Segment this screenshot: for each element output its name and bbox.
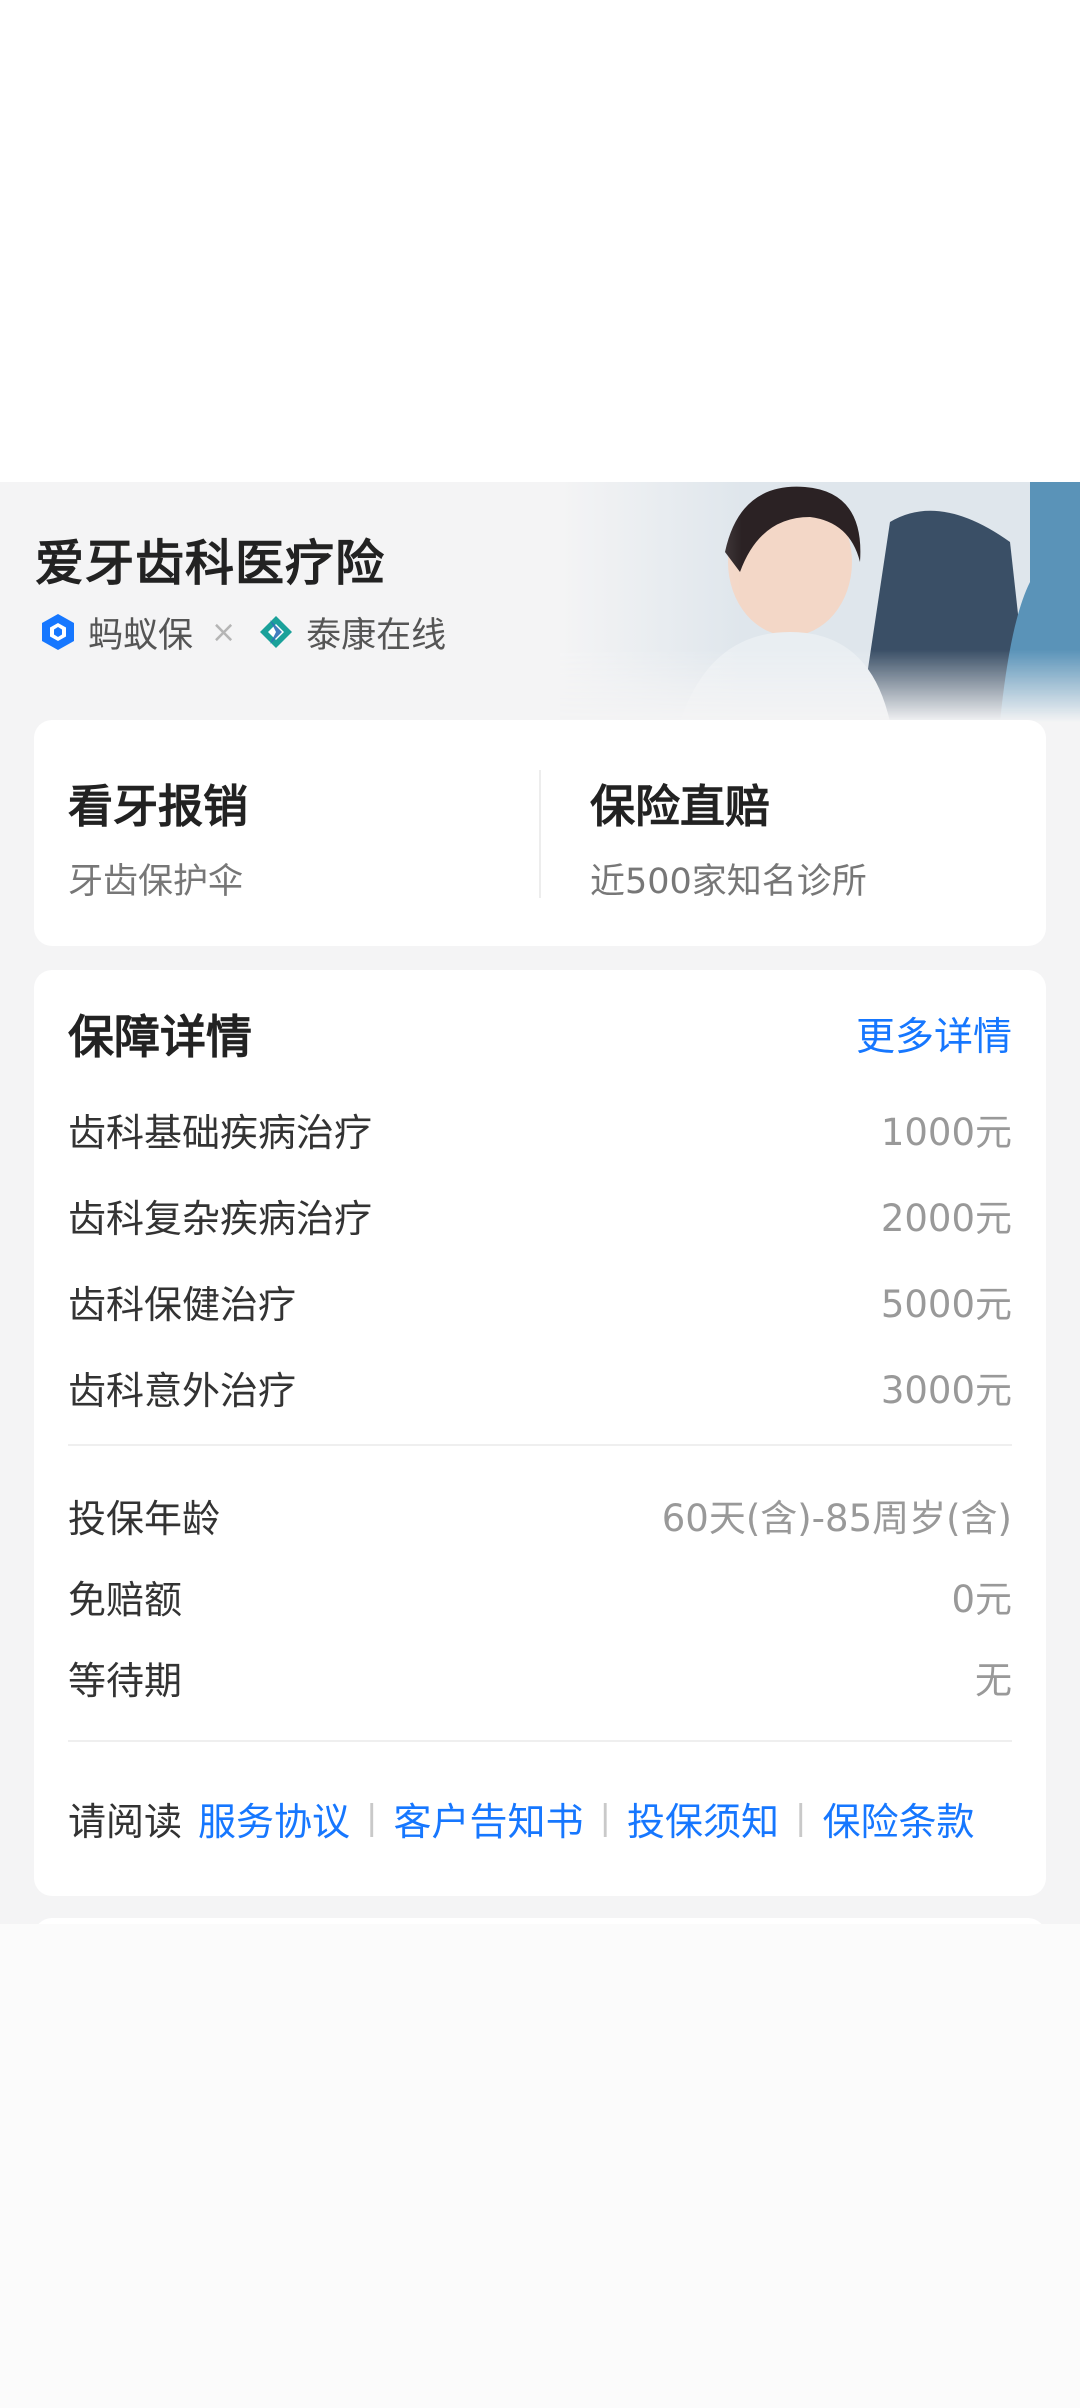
insurance-notice-link[interactable]: 投保须知 xyxy=(627,1791,779,1846)
link-separator: | xyxy=(599,1798,611,1838)
coverage-label: 齿科复杂疾病治疗 xyxy=(68,1196,373,1241)
product-hero: 爱牙齿科医疗险 蚂蚁保 × 泰康在线 xyxy=(0,482,1080,722)
term-row-insured-age: 投保年龄 60天(含)-85周岁(含) xyxy=(68,1485,1012,1545)
coverage-label: 齿科意外治疗 xyxy=(68,1368,297,1413)
term-label: 等待期 xyxy=(68,1658,183,1703)
coverage-row-health-care: 齿科保健治疗 5000元 xyxy=(68,1271,1012,1331)
coverage-label: 齿科保健治疗 xyxy=(68,1282,297,1327)
coverage-value: 2000元 xyxy=(880,1197,1012,1240)
top-blank-area xyxy=(0,0,1080,482)
link-separator: | xyxy=(795,1798,807,1838)
customer-notice-link[interactable]: 客户告知书 xyxy=(394,1791,584,1846)
brand-partner: 泰康在线 xyxy=(306,615,447,656)
link-separator: | xyxy=(366,1798,378,1838)
brand-primary: 蚂蚁保 xyxy=(88,615,194,656)
term-value: 60天(含)-85周岁(含) xyxy=(661,1497,1012,1540)
coverage-label: 齿科基础疾病治疗 xyxy=(68,1110,373,1155)
feature-subtitle: 牙齿保护伞 xyxy=(68,862,244,902)
coverage-value: 3000元 xyxy=(880,1369,1012,1412)
brand-row: 蚂蚁保 × 泰康在线 xyxy=(38,610,446,656)
coverage-value: 5000元 xyxy=(880,1283,1012,1326)
coverage-row-accident: 齿科意外治疗 3000元 xyxy=(68,1357,1012,1417)
divider xyxy=(68,1444,1012,1446)
taikang-logo-icon xyxy=(260,616,293,648)
coverage-row-basic-disease: 齿科基础疾病治疗 1000元 xyxy=(68,1099,1012,1159)
read-prefix: 请阅读 xyxy=(68,1799,183,1844)
term-value: 0元 xyxy=(951,1578,1012,1621)
coverage-title: 保障详情 xyxy=(68,1010,252,1064)
product-panel: 爱牙齿科医疗险 蚂蚁保 × 泰康在线 看牙报销 牙齿保护伞 保险直赔 近500家… xyxy=(0,482,1080,1948)
term-value: 无 xyxy=(975,1659,1012,1702)
term-row-waiting-period: 等待期 无 xyxy=(68,1647,1012,1707)
coverage-value: 1000元 xyxy=(880,1111,1012,1154)
document-links-row: 请阅读 服务协议 | 客户告知书 | 投保须知 | 保险条款 xyxy=(68,1788,1012,1848)
feature-title: 保险直赔 xyxy=(590,780,771,833)
coverage-header: 保障详情 更多详情 xyxy=(68,1002,1012,1066)
term-label: 免赔额 xyxy=(68,1577,183,1622)
feature-dental-reimbursement: 看牙报销 牙齿保护伞 xyxy=(68,770,248,904)
policy-terms-link[interactable]: 保险条款 xyxy=(822,1791,974,1846)
product-title: 爱牙齿科医疗险 xyxy=(35,535,386,592)
ant-insurance-logo-icon xyxy=(42,614,74,650)
feature-direct-claim: 保险直赔 近500家知名诊所 xyxy=(590,770,867,904)
hero-photo-dentist-patient xyxy=(560,482,1080,722)
coverage-details-card: 保障详情 更多详情 齿科基础疾病治疗 1000元 齿科复杂疾病治疗 2000元 … xyxy=(34,970,1046,1896)
divider-hidden xyxy=(68,1740,1012,1742)
coverage-row-complex-disease: 齿科复杂疾病治疗 2000元 xyxy=(68,1185,1012,1245)
feature-card: 看牙报销 牙齿保护伞 保险直赔 近500家知名诊所 xyxy=(34,720,1046,946)
feature-title: 看牙报销 xyxy=(68,780,249,833)
brand-separator: × xyxy=(211,614,237,650)
service-agreement-link[interactable]: 服务协议 xyxy=(198,1791,350,1846)
feature-divider xyxy=(539,770,541,898)
bottom-blank-area xyxy=(0,1924,1080,2408)
term-label: 投保年龄 xyxy=(68,1496,221,1541)
term-row-deductible: 免赔额 0元 xyxy=(68,1566,1012,1626)
feature-subtitle: 近500家知名诊所 xyxy=(590,862,867,902)
more-details-link[interactable]: 更多详情 xyxy=(856,1006,1012,1062)
